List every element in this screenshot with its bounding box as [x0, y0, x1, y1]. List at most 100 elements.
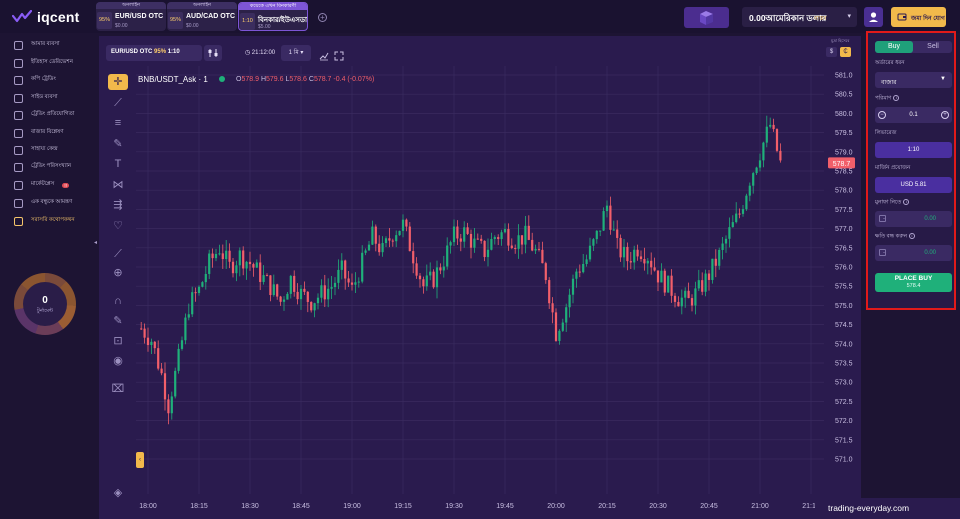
- sidebar-item[interactable]: সাহায্য কেন্দ্র: [14, 143, 58, 157]
- profile-button[interactable]: [864, 7, 883, 27]
- ruler-tool-icon[interactable]: ⟋: [108, 246, 128, 262]
- sidebar-item[interactable]: আমার ব্যবসা: [14, 38, 60, 52]
- layers-icon[interactable]: ◈: [108, 485, 128, 501]
- stop-loss-input[interactable]: - 0.00: [875, 245, 952, 261]
- asset-tab-percent: 95%: [168, 12, 183, 29]
- sidebar-item[interactable]: ইতিহাস ডেরিভেশন: [14, 56, 73, 70]
- candle-body: [391, 240, 394, 242]
- projection-tool-icon[interactable]: ⇶: [108, 197, 128, 213]
- asset-tab-eurusd[interactable]: অনলাইন 95% EUR/USD OTC $0.00: [96, 2, 166, 31]
- sidebar-item[interactable]: কপি ট্রেডিং: [14, 73, 56, 87]
- pattern-tool-icon[interactable]: ⋈: [108, 177, 128, 193]
- chart-title: BNB/USDT_Ask · 1: [138, 75, 208, 84]
- timeframe-selector[interactable]: 1 মি ▾: [281, 45, 311, 61]
- x-tick-label: 18:15: [190, 503, 208, 510]
- info-icon: i: [908, 233, 915, 239]
- currency-alt-button[interactable]: ₵: [840, 47, 851, 57]
- candle-body: [350, 282, 354, 285]
- text-tool-icon[interactable]: T: [108, 156, 128, 172]
- heart-icon[interactable]: ♡: [108, 218, 128, 234]
- candle-body: [724, 238, 728, 244]
- candle-body: [599, 230, 602, 232]
- crosshair-tool-icon[interactable]: ✛: [108, 74, 128, 90]
- sidebar-item[interactable]: এক বন্ধুকে আমন্ত্রণ: [14, 196, 72, 210]
- candle-body: [422, 279, 425, 287]
- plus-icon[interactable]: +: [941, 111, 949, 119]
- sidebar-item[interactable]: বাজার বিশ্লেষণ: [14, 126, 64, 140]
- sidebar-item-label: ইতিহাস ডেরিভেশন: [31, 59, 73, 65]
- deposit-button[interactable]: জমা দিন যোগ: [891, 7, 946, 27]
- candle-body: [211, 253, 214, 259]
- zoom-in-icon[interactable]: ⊕: [108, 265, 128, 281]
- tab-buy[interactable]: Buy: [875, 41, 913, 53]
- eye-icon[interactable]: ◉: [108, 353, 128, 369]
- candle-body: [143, 328, 146, 338]
- candle-body: [255, 262, 258, 268]
- panel-collapse-handle[interactable]: ‹: [136, 452, 144, 468]
- candle-body: [558, 330, 561, 341]
- candle-body: [711, 258, 714, 280]
- candle-body: [279, 296, 282, 302]
- sidebar-item[interactable]: সাইড ব্যবসা: [14, 91, 58, 105]
- currency-usd-button[interactable]: $: [826, 47, 837, 57]
- order-type-select[interactable]: বাজার ▼: [875, 72, 952, 88]
- candle-body: [578, 271, 581, 273]
- notification-badge: !!: [62, 182, 69, 188]
- candle-body: [520, 235, 524, 245]
- candle-body: [592, 239, 595, 246]
- fullscreen-button[interactable]: [334, 48, 344, 61]
- sidebar-item[interactable]: মার্কেটপ্লেস!!: [14, 178, 69, 192]
- tournament-ring[interactable]: 0 টুর্নামেন্ট: [14, 273, 76, 335]
- candle-body: [595, 230, 598, 240]
- asset-tab-audcad[interactable]: অনলাইন 95% AUD/CAD OTC $0.00: [167, 2, 237, 31]
- candle-body: [551, 303, 554, 313]
- asset-tab-sub: $0.00: [186, 23, 199, 29]
- asset-tab-name: EUR/USD OTC: [115, 13, 164, 20]
- fib-tool-icon[interactable]: ≡: [108, 115, 128, 131]
- sidebar-item[interactable]: সরাসরি কথোপকথন: [14, 214, 75, 228]
- brush-tool-icon[interactable]: ✎: [108, 136, 128, 152]
- balance-selector[interactable]: 0.00আমেরিকান ডলার বাস্তব ▾: [742, 7, 857, 27]
- asset-tab-bnbusdt[interactable]: কয়েকে এখন বিনকারণী 1:10 বিনকার/ইউএসডাইট…: [238, 2, 308, 31]
- candle-body: [242, 250, 245, 269]
- candle-body: [697, 280, 700, 289]
- indicators-button[interactable]: [204, 45, 222, 61]
- order-type-label: অর্ডারের ধরন: [875, 60, 905, 66]
- tab-sell[interactable]: Sell: [914, 41, 952, 53]
- clock-icon: ◷: [244, 50, 252, 56]
- amount-label: পরিমাণ: [875, 95, 892, 102]
- ohlc-close: 578.7: [313, 76, 332, 83]
- place-buy-button[interactable]: PLACE BUY 578.4: [875, 273, 952, 292]
- candle-body: [231, 261, 235, 274]
- price-chart[interactable]: 581.0 580.5 580.0 579.5 579.0 578.5 578.0 577.5…: [99, 36, 861, 519]
- pair-selector[interactable]: EUR/USD OTC 95% 1:10: [106, 45, 202, 61]
- add-asset-tab-button[interactable]: +: [318, 13, 327, 22]
- trash-icon[interactable]: ⌧: [108, 381, 128, 397]
- y-tick-label: 573.0: [835, 380, 853, 387]
- candle-body: [282, 299, 286, 302]
- take-profit-label: মুনাফা নিতে: [875, 199, 902, 206]
- candle-body: [582, 263, 585, 273]
- brand-logo[interactable]: iqcent: [12, 8, 79, 26]
- trend-line-tool-icon[interactable]: ⟋: [108, 95, 128, 111]
- chart-type-button[interactable]: [319, 48, 329, 61]
- briefcase-icon: [14, 40, 23, 50]
- sidebar-item[interactable]: ট্রেডিং প্রতিযোগিতা: [14, 108, 74, 122]
- promo-gift-button[interactable]: [684, 7, 729, 28]
- wallet-icon: [897, 13, 907, 21]
- logo-icon: [12, 10, 32, 23]
- chart-icon: [14, 93, 23, 103]
- leverage-select[interactable]: 1:10: [875, 142, 952, 158]
- sidebar-item[interactable]: ট্রেডিং পরিসংখ্যান: [14, 160, 71, 174]
- y-tick-label: 572.0: [835, 418, 853, 425]
- candle-body: [184, 317, 187, 341]
- candle-body: [609, 205, 612, 230]
- y-tick-label: 571.5: [835, 437, 853, 444]
- lock-drawings-icon[interactable]: ✎: [108, 313, 128, 329]
- lock-icon[interactable]: ⊡: [108, 333, 128, 349]
- candle-body: [714, 258, 717, 266]
- candle-body: [197, 286, 201, 293]
- take-profit-input[interactable]: - 0.00: [875, 211, 952, 227]
- magnet-icon[interactable]: ∩: [108, 293, 128, 309]
- amount-stepper[interactable]: − 0.1 +: [875, 107, 952, 123]
